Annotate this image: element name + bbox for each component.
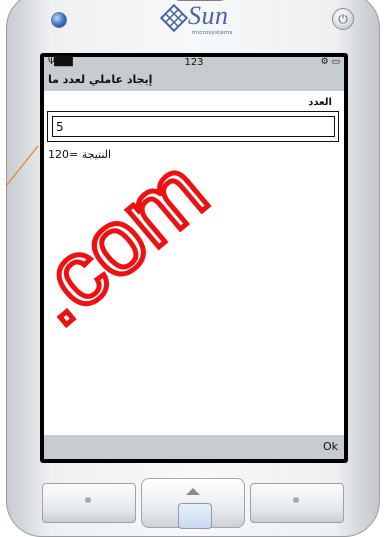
select-button[interactable] bbox=[178, 503, 212, 529]
number-input[interactable] bbox=[52, 116, 335, 137]
brand-name: Sun bbox=[188, 1, 229, 30]
softkey-bar: Ok bbox=[44, 435, 344, 459]
arrow-up-icon[interactable] bbox=[186, 488, 200, 495]
led-indicator-icon bbox=[51, 12, 67, 28]
dot-icon bbox=[85, 497, 91, 503]
power-button[interactable]: ⏻ bbox=[332, 8, 354, 30]
result-text: النتيجة =120 bbox=[48, 148, 112, 161]
page-title: إيجاد عاملي لعدد ما bbox=[48, 73, 153, 86]
brand-subtitle: microsystems bbox=[192, 30, 233, 36]
ok-softkey[interactable]: Ok bbox=[323, 440, 338, 453]
form-content: العدد النتيجة =120 bbox=[44, 91, 344, 435]
status-bar: Ψ███ 123 ⚙ ▭ bbox=[44, 57, 344, 70]
status-clock: 123 bbox=[184, 57, 204, 68]
title-bar: إيجاد عاملي لعدد ما bbox=[44, 70, 344, 91]
power-icon: ⏻ bbox=[338, 11, 348, 26]
sun-diamond-icon bbox=[159, 3, 189, 33]
battery-icon: ⚙ ▭ bbox=[320, 57, 340, 67]
dot-icon bbox=[293, 497, 299, 503]
left-soft-button[interactable] bbox=[42, 483, 136, 523]
number-field-focus bbox=[47, 111, 339, 142]
number-label: العدد bbox=[308, 97, 332, 108]
sun-logo: Sun microsystems bbox=[159, 1, 239, 39]
right-soft-button[interactable] bbox=[250, 483, 344, 523]
